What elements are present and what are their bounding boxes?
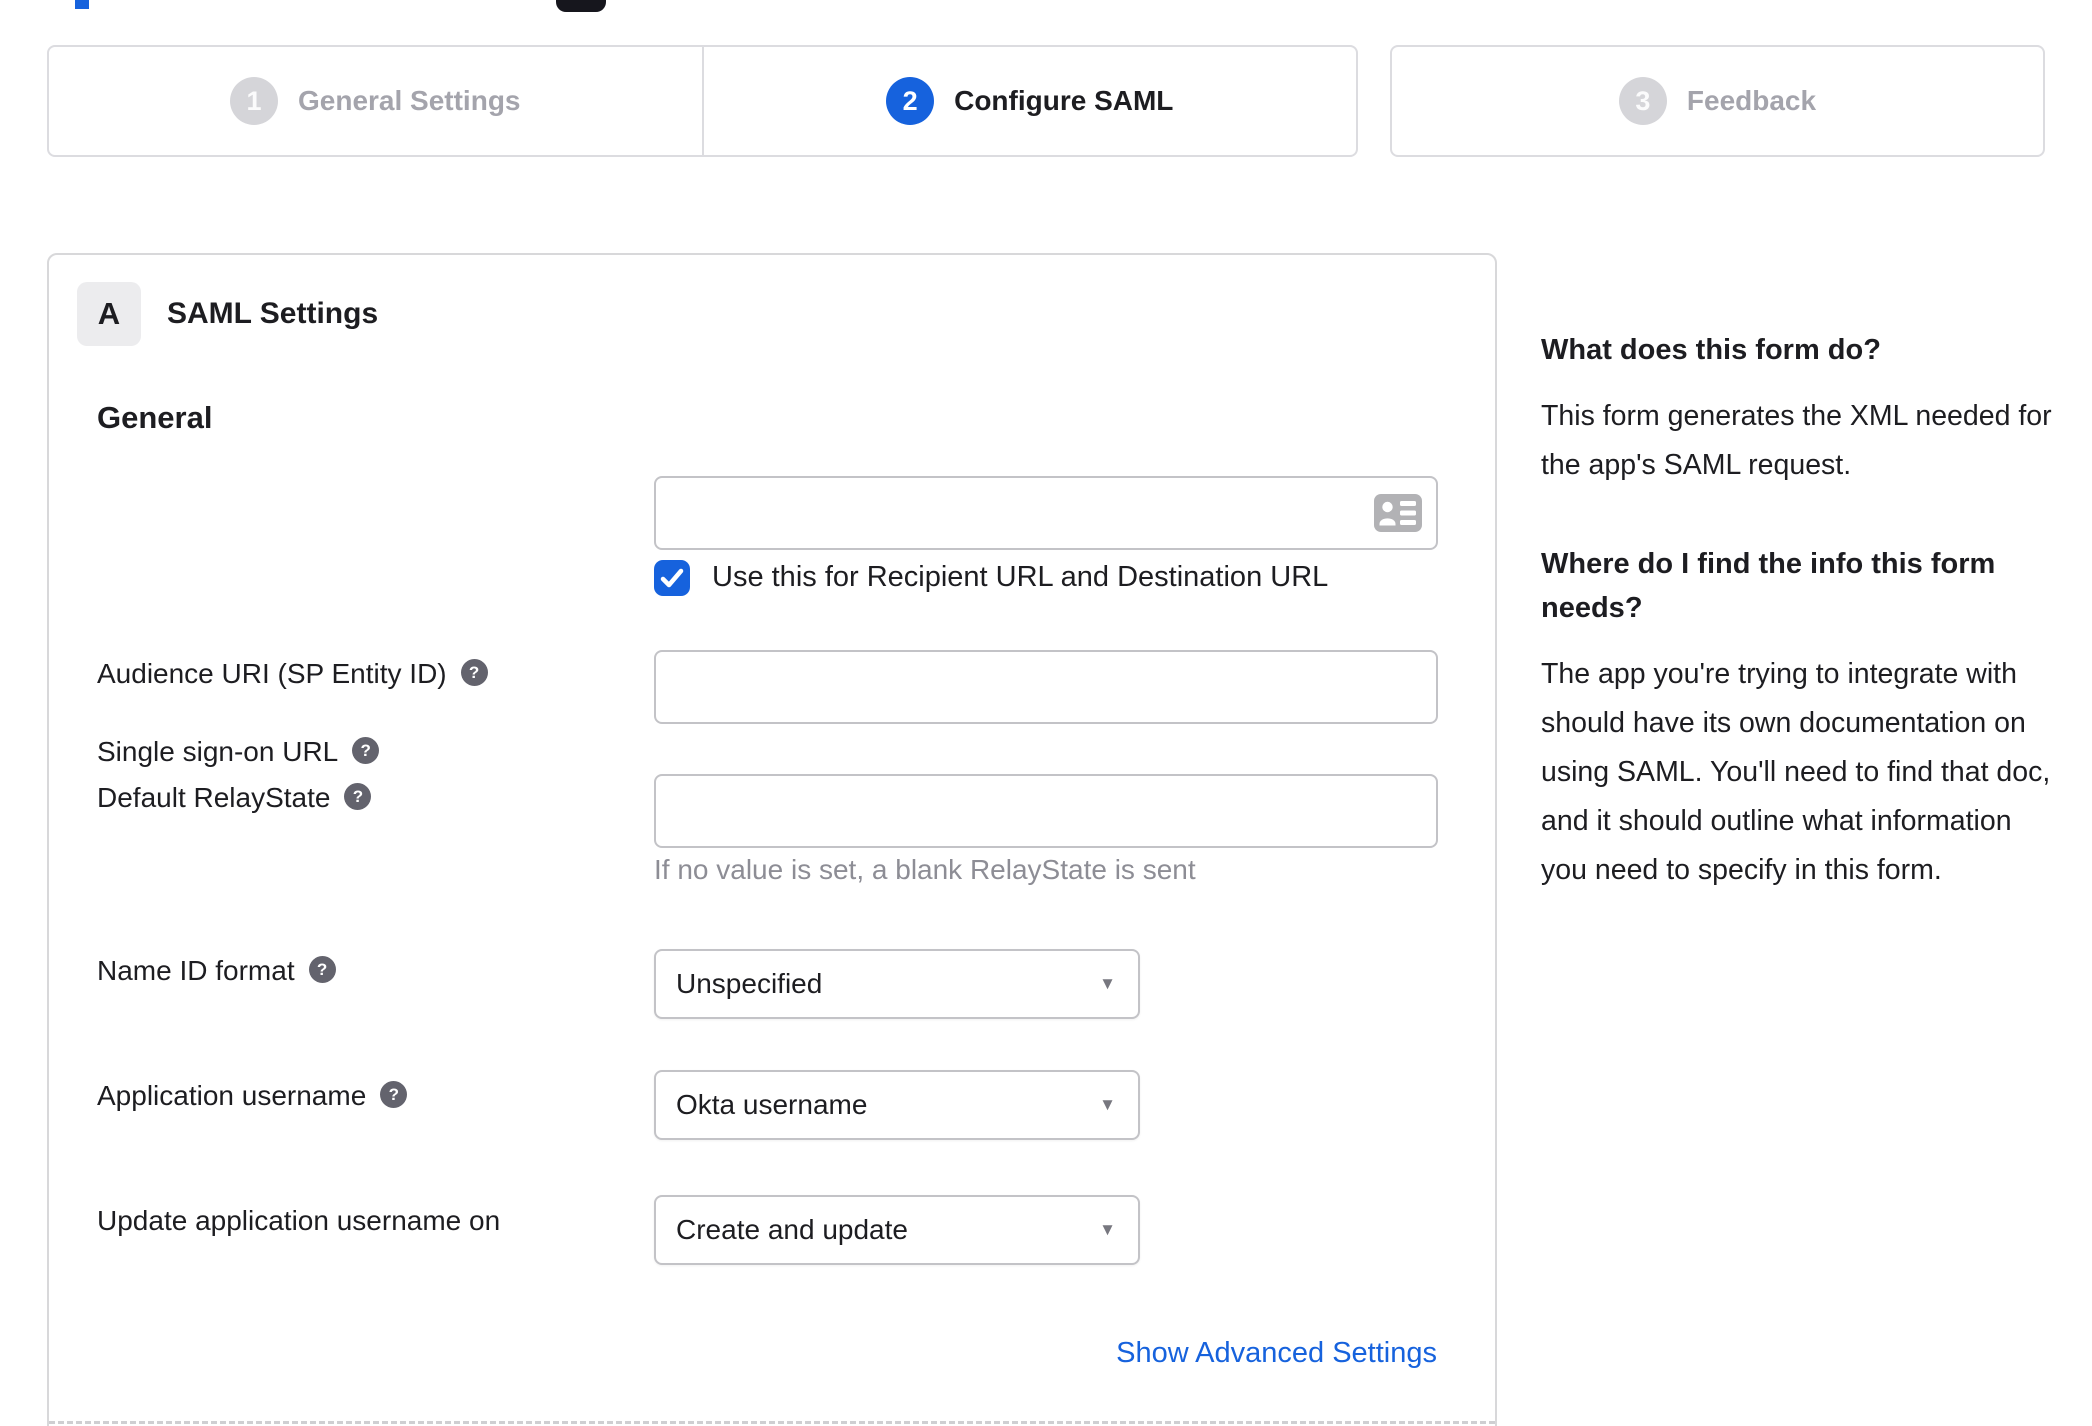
sidebar-answer-2: The app you're trying to integrate with …: [1541, 658, 2051, 886]
step-1-number-badge: 1: [229, 77, 278, 125]
wizard-stepper: 1 General Settings 2 Configure SAML: [47, 45, 1358, 157]
audience-uri-label: Audience URI (SP Entity ID)?: [97, 658, 488, 690]
relay-state-label: Default RelayState?: [97, 782, 372, 814]
app-username-value: Okta username: [676, 1089, 868, 1120]
sidebar-question-2: Where do I find the info this form needs…: [1541, 548, 1996, 624]
configure-saml-page: 1 General Settings 2 Configure SAML 3 Fe…: [0, 0, 2092, 1426]
sidebar-question-1: What does this form do?: [1541, 334, 1881, 366]
app-username-select[interactable]: Okta username ▼: [654, 1070, 1140, 1140]
general-section-heading: General: [97, 400, 213, 435]
relay-state-input[interactable]: [654, 774, 1438, 848]
name-id-format-select[interactable]: Unspecified ▼: [654, 949, 1140, 1019]
audience-uri-input[interactable]: [654, 650, 1438, 724]
help-icon[interactable]: ?: [308, 956, 336, 984]
help-sidebar: What does this form do? This form genera…: [1541, 328, 2053, 895]
help-icon[interactable]: ?: [460, 659, 488, 687]
checkmark-icon: [660, 568, 684, 588]
app-username-label: Application username?: [97, 1080, 408, 1112]
contact-card-icon[interactable]: [1374, 494, 1422, 532]
name-id-format-label: Name ID format?: [97, 955, 336, 987]
step-2-number-badge: 2: [886, 77, 935, 125]
show-advanced-settings-link[interactable]: Show Advanced Settings: [1116, 1337, 1437, 1370]
section-a-badge: A: [77, 282, 141, 346]
card-title: SAML Settings: [167, 297, 379, 330]
relay-state-hint: If no value is set, a blank RelayState i…: [654, 854, 1196, 885]
cropped-blue-fragment: [75, 0, 89, 9]
update-app-username-label: Update application username on: [97, 1205, 501, 1236]
name-id-format-value: Unspecified: [676, 968, 823, 999]
step-general-settings[interactable]: 1 General Settings: [49, 47, 704, 155]
step-configure-saml[interactable]: 2 Configure SAML: [704, 47, 1357, 155]
step-3-label: Feedback: [1686, 85, 1817, 116]
chevron-down-icon: ▼: [1099, 1095, 1116, 1114]
step-3-number-badge: 3: [1618, 77, 1667, 125]
step-1-label: General Settings: [297, 85, 521, 116]
saml-settings-card: A SAML Settings General Single sign-on U…: [47, 253, 1497, 1426]
help-icon[interactable]: ?: [344, 783, 372, 811]
sidebar-answer-1: This form generates the XML needed for t…: [1541, 400, 2052, 481]
sso-url-input[interactable]: [654, 476, 1438, 550]
recipient-url-checkbox-label[interactable]: Use this for Recipient URL and Destinati…: [712, 561, 1328, 594]
section-dashed-divider: [49, 1421, 1495, 1424]
chevron-down-icon: ▼: [1099, 974, 1116, 993]
chevron-down-icon: ▼: [1099, 1220, 1116, 1239]
help-icon[interactable]: ?: [352, 737, 380, 765]
update-app-username-select[interactable]: Create and update ▼: [654, 1195, 1140, 1265]
recipient-url-checkbox[interactable]: [654, 560, 690, 596]
help-icon[interactable]: ?: [380, 1081, 408, 1109]
cropped-logo-fragment: [556, 0, 606, 12]
sso-url-label: Single sign-on URL?: [97, 736, 380, 768]
step-2-label: Configure SAML: [954, 85, 1174, 116]
step-feedback[interactable]: 3 Feedback: [1392, 47, 2043, 155]
update-app-username-value: Create and update: [676, 1214, 908, 1245]
wizard-stepper-feedback: 3 Feedback: [1390, 45, 2045, 157]
